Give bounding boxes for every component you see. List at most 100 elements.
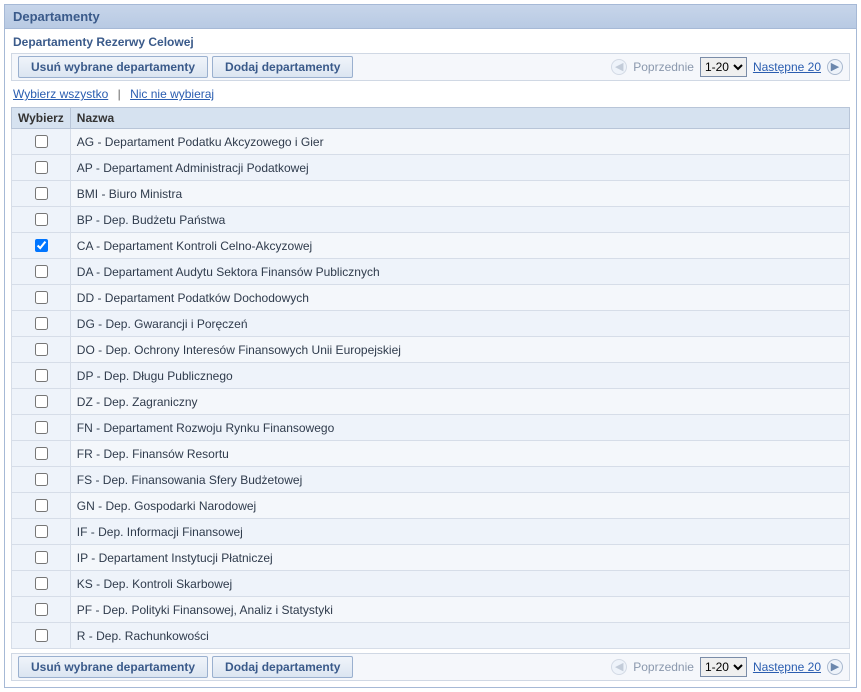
range-select[interactable]: 1-20 — [700, 57, 747, 77]
pager-bottom: ◀ Poprzednie 1-20 Następne 20 ▶ — [611, 657, 843, 677]
row-select-checkbox[interactable] — [35, 239, 48, 252]
table-row: CA - Departament Kontroli Celno-Akcyzowe… — [12, 233, 850, 259]
row-name-cell: DP - Dep. Długu Publicznego — [70, 363, 849, 389]
row-select-cell — [12, 467, 71, 493]
next-icon[interactable]: ▶ — [827, 59, 843, 75]
table-row: DO - Dep. Ochrony Interesów Finansowych … — [12, 337, 850, 363]
row-select-cell — [12, 597, 71, 623]
row-select-cell — [12, 129, 71, 155]
table-row: GN - Dep. Gospodarki Narodowej — [12, 493, 850, 519]
row-select-checkbox[interactable] — [35, 551, 48, 564]
row-select-checkbox[interactable] — [35, 291, 48, 304]
row-select-checkbox[interactable] — [35, 395, 48, 408]
table-row: BP - Dep. Budżetu Państwa — [12, 207, 850, 233]
row-select-checkbox[interactable] — [35, 343, 48, 356]
row-select-cell — [12, 493, 71, 519]
row-select-cell — [12, 441, 71, 467]
select-none-link[interactable]: Nic nie wybieraj — [130, 87, 214, 101]
row-name-cell: AP - Departament Administracji Podatkowe… — [70, 155, 849, 181]
previous-icon: ◀ — [611, 59, 627, 75]
previous-label: Poprzednie — [633, 660, 694, 674]
table-row: BMI - Biuro Ministra — [12, 181, 850, 207]
row-name-cell: IF - Dep. Informacji Finansowej — [70, 519, 849, 545]
row-select-cell — [12, 259, 71, 285]
separator: | — [112, 87, 127, 101]
row-select-checkbox[interactable] — [35, 187, 48, 200]
row-select-checkbox[interactable] — [35, 577, 48, 590]
add-departments-button[interactable]: Dodaj departamenty — [212, 56, 353, 78]
delete-selected-button[interactable]: Usuń wybrane departamenty — [18, 56, 208, 78]
table-row: DD - Departament Podatków Dochodowych — [12, 285, 850, 311]
row-select-checkbox[interactable] — [35, 213, 48, 226]
table-row: KS - Dep. Kontroli Skarbowej — [12, 571, 850, 597]
row-name-cell: R - Dep. Rachunkowości — [70, 623, 849, 649]
row-name-cell: GN - Dep. Gospodarki Narodowej — [70, 493, 849, 519]
row-select-cell — [12, 519, 71, 545]
add-departments-button[interactable]: Dodaj departamenty — [212, 656, 353, 678]
row-select-cell — [12, 571, 71, 597]
table-row: AP - Departament Administracji Podatkowe… — [12, 155, 850, 181]
table-row: DZ - Dep. Zagraniczny — [12, 389, 850, 415]
select-links: Wybierz wszystko | Nic nie wybieraj — [5, 85, 856, 107]
previous-icon: ◀ — [611, 659, 627, 675]
row-name-cell: KS - Dep. Kontroli Skarbowej — [70, 571, 849, 597]
table-row: IP - Departament Instytucji Płatniczej — [12, 545, 850, 571]
select-all-link[interactable]: Wybierz wszystko — [13, 87, 108, 101]
row-name-cell: AG - Departament Podatku Akcyzowego i Gi… — [70, 129, 849, 155]
table-row: DP - Dep. Długu Publicznego — [12, 363, 850, 389]
row-select-cell — [12, 285, 71, 311]
row-name-cell: PF - Dep. Polityki Finansowej, Analiz i … — [70, 597, 849, 623]
row-select-cell — [12, 415, 71, 441]
col-select-header: Wybierz — [12, 108, 71, 129]
row-select-checkbox[interactable] — [35, 135, 48, 148]
row-select-cell — [12, 623, 71, 649]
row-name-cell: CA - Departament Kontroli Celno-Akcyzowe… — [70, 233, 849, 259]
table-row: DG - Dep. Gwarancji i Poręczeń — [12, 311, 850, 337]
row-select-cell — [12, 545, 71, 571]
row-select-cell — [12, 337, 71, 363]
row-select-cell — [12, 155, 71, 181]
table-row: AG - Departament Podatku Akcyzowego i Gi… — [12, 129, 850, 155]
row-select-checkbox[interactable] — [35, 161, 48, 174]
next-icon[interactable]: ▶ — [827, 659, 843, 675]
row-select-cell — [12, 207, 71, 233]
range-select[interactable]: 1-20 — [700, 657, 747, 677]
previous-label: Poprzednie — [633, 60, 694, 74]
row-select-checkbox[interactable] — [35, 603, 48, 616]
table-row: PF - Dep. Polityki Finansowej, Analiz i … — [12, 597, 850, 623]
row-name-cell: FS - Dep. Finansowania Sfery Budżetowej — [70, 467, 849, 493]
row-select-checkbox[interactable] — [35, 629, 48, 642]
row-select-cell — [12, 363, 71, 389]
table-row: FN - Departament Rozwoju Rynku Finansowe… — [12, 415, 850, 441]
row-select-cell — [12, 389, 71, 415]
row-select-cell — [12, 233, 71, 259]
row-name-cell: FN - Departament Rozwoju Rynku Finansowe… — [70, 415, 849, 441]
row-name-cell: DD - Departament Podatków Dochodowych — [70, 285, 849, 311]
panel-subtitle: Departamenty Rezerwy Celowej — [5, 29, 856, 53]
row-select-cell — [12, 181, 71, 207]
toolbar-bottom: Usuń wybrane departamenty Dodaj departam… — [11, 653, 850, 681]
row-select-checkbox[interactable] — [35, 499, 48, 512]
pager-top: ◀ Poprzednie 1-20 Następne 20 ▶ — [611, 57, 843, 77]
row-name-cell: DA - Departament Audytu Sektora Finansów… — [70, 259, 849, 285]
table-row: FR - Dep. Finansów Resortu — [12, 441, 850, 467]
row-select-checkbox[interactable] — [35, 473, 48, 486]
row-name-cell: DO - Dep. Ochrony Interesów Finansowych … — [70, 337, 849, 363]
row-select-checkbox[interactable] — [35, 265, 48, 278]
row-select-checkbox[interactable] — [35, 525, 48, 538]
row-select-cell — [12, 311, 71, 337]
row-select-checkbox[interactable] — [35, 317, 48, 330]
departments-table: Wybierz Nazwa AG - Departament Podatku A… — [11, 107, 850, 649]
panel-title: Departamenty — [5, 5, 856, 29]
row-select-checkbox[interactable] — [35, 421, 48, 434]
row-name-cell: BMI - Biuro Ministra — [70, 181, 849, 207]
table-row: DA - Departament Audytu Sektora Finansów… — [12, 259, 850, 285]
col-name-header: Nazwa — [70, 108, 849, 129]
next-link[interactable]: Następne 20 — [753, 60, 821, 74]
departments-panel: Departamenty Departamenty Rezerwy Celowe… — [4, 4, 857, 688]
row-select-checkbox[interactable] — [35, 447, 48, 460]
next-link[interactable]: Następne 20 — [753, 660, 821, 674]
delete-selected-button[interactable]: Usuń wybrane departamenty — [18, 656, 208, 678]
table-row: IF - Dep. Informacji Finansowej — [12, 519, 850, 545]
row-select-checkbox[interactable] — [35, 369, 48, 382]
